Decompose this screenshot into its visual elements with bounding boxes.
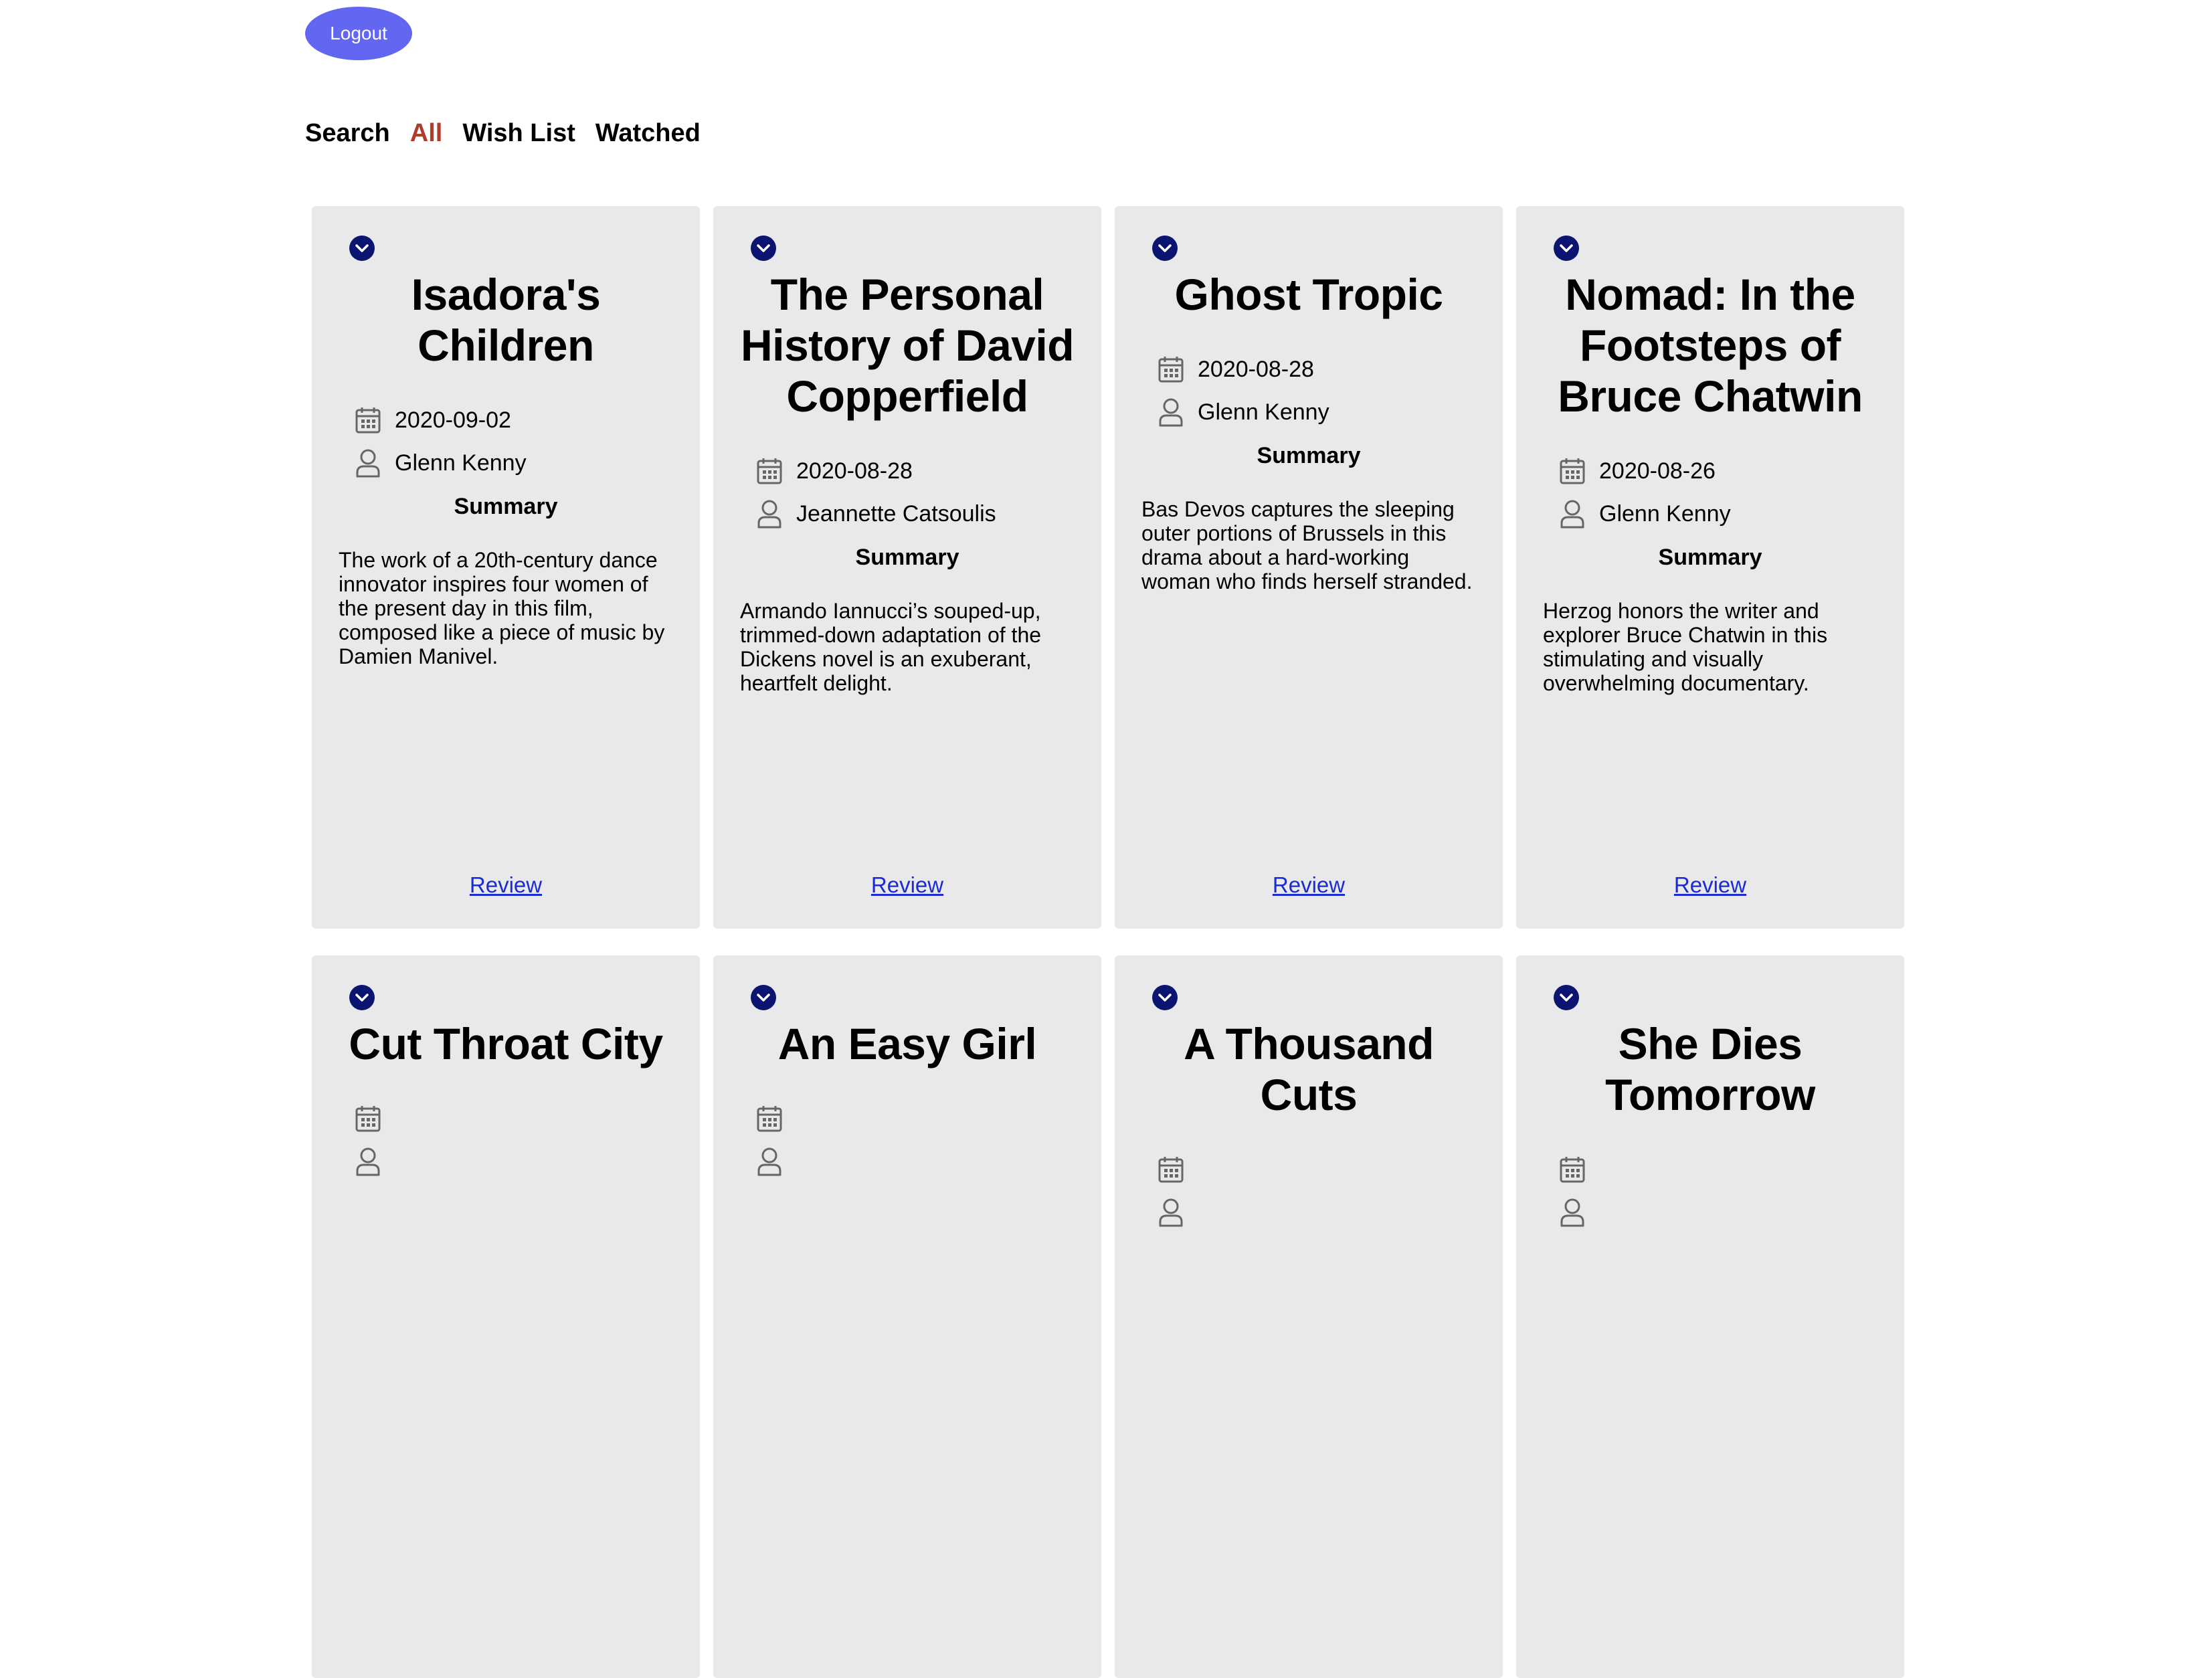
calendar-icon — [755, 1104, 784, 1133]
movie-card: Nomad: In the Footsteps of Bruce Chatwin — [1516, 206, 1904, 929]
date-row — [755, 1097, 1075, 1140]
summary-heading: Summary — [855, 545, 959, 570]
critic-row: Glenn Kenny — [1558, 492, 1877, 535]
movie-title: Ghost Tropic — [1174, 270, 1443, 319]
user-icon — [1558, 1198, 1587, 1227]
movie-meta: 2020-09-02 Glenn Kenny — [339, 399, 673, 484]
user-icon — [1156, 397, 1186, 427]
critic-row: Jeannette Catsoulis — [755, 492, 1075, 535]
review-date: 2020-08-26 — [1599, 458, 1716, 484]
summary-text: Bas Devos captures the sleeping outer po… — [1141, 497, 1473, 593]
movie-card: A Thousand Cuts — [1115, 955, 1503, 1678]
critic-row — [755, 1140, 1075, 1183]
chevron-down-icon[interactable] — [349, 985, 375, 1010]
summary-text: Herzog honors the writer and explorer Br… — [1543, 599, 1828, 695]
movie-card: Ghost Tropic 2020-08-28 Glenn Kenny Summ… — [1115, 206, 1503, 929]
chevron-down-icon[interactable] — [349, 236, 375, 261]
logout-button[interactable]: Logout — [305, 7, 412, 60]
nav-wish-list[interactable]: Wish List — [462, 119, 575, 148]
critic-name: Jeannette Catsoulis — [796, 500, 996, 527]
movie-title: Nomad: In the Footsteps of Bruce Chatwin — [1558, 270, 1863, 421]
movie-meta — [1141, 1148, 1476, 1234]
critic-row: Glenn Kenny — [353, 442, 673, 484]
movie-meta: 2020-08-26 Glenn Kenny — [1543, 450, 1877, 535]
user-icon — [1558, 499, 1587, 529]
summary-text: The work of a 20th-century dance innovat… — [339, 548, 665, 668]
summary-text: Armando Iannucci’s souped-up, trimmed-do… — [740, 599, 1042, 695]
review-link[interactable]: Review — [1516, 872, 1904, 898]
calendar-icon — [1558, 456, 1587, 486]
calendar-icon — [1156, 355, 1186, 384]
review-link[interactable]: Review — [713, 872, 1101, 898]
chevron-down-icon[interactable] — [1554, 985, 1579, 1010]
movie-meta — [1543, 1148, 1877, 1234]
calendar-icon — [755, 456, 784, 486]
movie-card-grid: Isadora's Children 2020-09-02 Glenn Kenn… — [312, 206, 1904, 1678]
calendar-icon — [1558, 1155, 1587, 1184]
chevron-down-icon[interactable] — [751, 985, 776, 1010]
review-link[interactable]: Review — [1115, 872, 1503, 898]
chevron-down-icon[interactable] — [1554, 236, 1579, 261]
movie-title: Cut Throat City — [349, 1019, 663, 1068]
critic-row — [1558, 1191, 1877, 1234]
date-row — [353, 1097, 673, 1140]
main-nav: Search All Wish List Watched — [305, 119, 701, 148]
nav-watched[interactable]: Watched — [595, 119, 701, 148]
movie-meta: 2020-08-28 Glenn Kenny — [1141, 348, 1476, 434]
review-date: 2020-09-02 — [395, 407, 511, 433]
nav-all[interactable]: All — [410, 119, 443, 148]
date-row: 2020-08-28 — [755, 450, 1075, 492]
summary-heading: Summary — [1257, 443, 1361, 468]
movie-card: Cut Throat City — [312, 955, 700, 1678]
critic-name: Glenn Kenny — [1198, 399, 1329, 425]
date-row — [1156, 1148, 1476, 1191]
user-icon — [353, 1147, 383, 1176]
date-row — [1558, 1148, 1877, 1191]
nav-search[interactable]: Search — [305, 119, 390, 148]
user-icon — [353, 448, 383, 478]
movie-meta — [740, 1097, 1075, 1183]
user-icon — [1156, 1198, 1186, 1227]
review-date: 2020-08-28 — [796, 458, 913, 484]
date-row: 2020-09-02 — [353, 399, 673, 442]
review-link[interactable]: Review — [312, 872, 700, 898]
chevron-down-icon[interactable] — [1152, 236, 1178, 261]
movie-card: Isadora's Children 2020-09-02 Glenn Kenn… — [312, 206, 700, 929]
movie-title: An Easy Girl — [777, 1019, 1037, 1068]
critic-name: Glenn Kenny — [1599, 500, 1731, 527]
calendar-icon — [1156, 1155, 1186, 1184]
critic-row — [353, 1140, 673, 1183]
movie-meta: 2020-08-28 Jeannette Catsoulis — [740, 450, 1075, 535]
user-icon — [755, 1147, 784, 1176]
calendar-icon — [353, 405, 383, 435]
movie-title: Isadora's Children — [411, 270, 601, 370]
chevron-down-icon[interactable] — [751, 236, 776, 261]
movie-title: The Personal History of David Copperfiel… — [740, 270, 1075, 421]
critic-row: Glenn Kenny — [1156, 391, 1476, 434]
movie-meta — [339, 1097, 673, 1183]
movie-card: The Personal History of David Copperfiel… — [713, 206, 1101, 929]
movie-card: She Dies Tomorrow — [1516, 955, 1904, 1678]
review-date: 2020-08-28 — [1198, 356, 1314, 382]
summary-heading: Summary — [454, 494, 558, 519]
user-icon — [755, 499, 784, 529]
calendar-icon — [353, 1104, 383, 1133]
critic-name: Glenn Kenny — [395, 450, 527, 476]
summary-heading: Summary — [1658, 545, 1762, 570]
movie-title: She Dies Tomorrow — [1605, 1019, 1815, 1119]
date-row: 2020-08-26 — [1558, 450, 1877, 492]
date-row: 2020-08-28 — [1156, 348, 1476, 391]
critic-row — [1156, 1191, 1476, 1234]
chevron-down-icon[interactable] — [1152, 985, 1178, 1010]
movie-title: A Thousand Cuts — [1184, 1019, 1434, 1119]
movie-card: An Easy Girl — [713, 955, 1101, 1678]
